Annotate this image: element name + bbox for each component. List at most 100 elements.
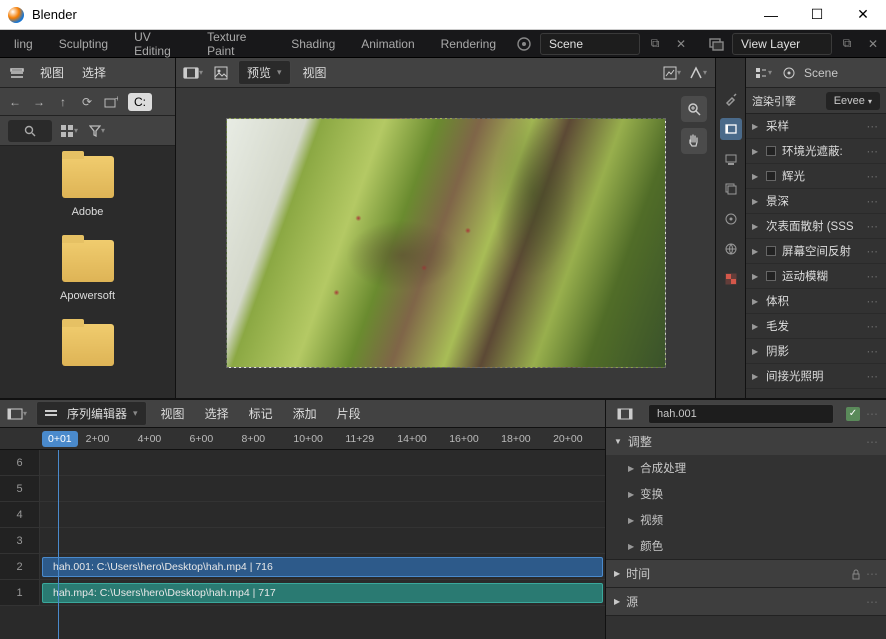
property-checkbox[interactable]: [766, 246, 776, 256]
viewlayer-copy-icon[interactable]: ⧉: [836, 33, 858, 55]
texture-tab-icon[interactable]: [720, 268, 742, 290]
properties-panel: ▾ Scene 渲染引擎 Eevee ▾ ▶采样⋯▶环境光遮蔽:⋯▶辉光⋯▶景深…: [746, 58, 886, 398]
adjust-item[interactable]: ▶颜色: [606, 533, 886, 559]
scene-copy-icon[interactable]: ⧉: [644, 33, 666, 55]
file-browser-menu-view[interactable]: 视图: [34, 61, 70, 84]
preview-menu-view[interactable]: 视图: [297, 61, 333, 84]
viewlayer-name-field[interactable]: View Layer: [732, 33, 832, 55]
filter-icon[interactable]: ▾: [86, 120, 108, 142]
timeline-ruler[interactable]: 0+01 2+00 4+00 6+00 8+00 10+00 11+29 14+…: [0, 428, 605, 450]
viewlayer-icon[interactable]: [704, 32, 728, 56]
workspace-tab[interactable]: ling: [2, 32, 45, 56]
nav-back-icon[interactable]: ←: [4, 91, 26, 113]
nav-newfolder-icon[interactable]: +: [100, 91, 122, 113]
display-mode-icon[interactable]: ▾: [58, 120, 80, 142]
adjust-panel-header[interactable]: ▼调整⋯: [606, 428, 886, 455]
pan-icon[interactable]: [681, 128, 707, 154]
file-search-input[interactable]: [8, 120, 52, 142]
property-item[interactable]: ▶体积⋯: [746, 289, 886, 314]
source-panel-header[interactable]: ▶源⋯: [606, 588, 886, 615]
workspace-tab[interactable]: UV Editing: [122, 25, 193, 63]
folder-item[interactable]: Apowersoft: [8, 240, 167, 302]
scene-delete-icon[interactable]: ✕: [670, 33, 692, 55]
playhead[interactable]: [58, 450, 59, 639]
file-browser-menu-select[interactable]: 选择: [76, 61, 112, 84]
editor-type-icon[interactable]: [6, 62, 28, 84]
nav-up-icon[interactable]: ↑: [52, 91, 74, 113]
workspace-tab[interactable]: Rendering: [429, 32, 508, 56]
image-icon[interactable]: [210, 62, 232, 84]
property-label: 体积: [766, 293, 789, 309]
blender-logo-icon: [8, 7, 24, 23]
zoom-icon[interactable]: [681, 96, 707, 122]
adjust-item[interactable]: ▶视频: [606, 507, 886, 533]
scene-link-icon[interactable]: [778, 62, 800, 84]
image-overlay-icon[interactable]: ▾: [661, 62, 683, 84]
image-channel-icon[interactable]: ▾: [687, 62, 709, 84]
property-item[interactable]: ▶阴影⋯: [746, 339, 886, 364]
adjust-item[interactable]: ▶变换: [606, 481, 886, 507]
property-item[interactable]: ▶屏幕空间反射⋯: [746, 239, 886, 264]
strip-name-field[interactable]: hah.001: [648, 404, 834, 424]
render-engine-dropdown[interactable]: Eevee ▾: [826, 92, 880, 110]
property-item[interactable]: ▶间接光照明⋯: [746, 364, 886, 389]
property-label: 间接光照明: [766, 368, 824, 384]
seq-menu-marker[interactable]: 标记: [243, 402, 279, 425]
workspace-tab[interactable]: Shading: [279, 32, 347, 56]
seq-menu-strip[interactable]: 片段: [331, 402, 367, 425]
property-item[interactable]: ▶景深⋯: [746, 189, 886, 214]
property-item[interactable]: ▶运动模糊⋯: [746, 264, 886, 289]
folder-label: Apowersoft: [60, 290, 115, 302]
editor-type-icon[interactable]: ▾: [6, 403, 28, 425]
sequencer-panel: ▾ 序列编辑器▾ 视图 选择 标记 添加 片段 0+01 2+00 4+00 6…: [0, 400, 606, 639]
track-number: 6: [0, 450, 40, 475]
property-checkbox[interactable]: [766, 146, 776, 156]
sequence-strip[interactable]: hah.mp4: C:\Users\hero\Desktop\hah.mp4 |…: [42, 583, 603, 603]
preview-image[interactable]: [226, 118, 666, 368]
track-number: 5: [0, 476, 40, 501]
maximize-button[interactable]: ☐: [794, 0, 840, 30]
folder-item[interactable]: Adobe: [8, 156, 167, 218]
editor-type-icon[interactable]: ▾: [752, 62, 774, 84]
property-checkbox[interactable]: [766, 171, 776, 181]
time-panel-header[interactable]: ▶时间 ⋯: [606, 560, 886, 587]
property-item[interactable]: ▶次表面散射 (SSS⋯: [746, 214, 886, 239]
preview-mode-dropdown[interactable]: 预览▾: [238, 60, 291, 85]
close-button[interactable]: ✕: [840, 0, 886, 30]
viewlayer-tab-icon[interactable]: [720, 178, 742, 200]
workspace-tab[interactable]: Animation: [349, 32, 426, 56]
world-tab-icon[interactable]: [720, 238, 742, 260]
adjust-item[interactable]: ▶合成处理: [606, 455, 886, 481]
scene-icon[interactable]: [512, 32, 536, 56]
output-tab-icon[interactable]: [720, 148, 742, 170]
property-item[interactable]: ▶环境光遮蔽:⋯: [746, 139, 886, 164]
sequence-strip[interactable]: hah.001: C:\Users\hero\Desktop\hah.mp4 |…: [42, 557, 603, 577]
seq-menu-add[interactable]: 添加: [287, 402, 323, 425]
lock-icon[interactable]: [850, 568, 862, 580]
nav-refresh-icon[interactable]: ⟳: [76, 91, 98, 113]
strip-type-icon: [614, 403, 636, 425]
nav-forward-icon[interactable]: →: [28, 91, 50, 113]
panel-options-icon[interactable]: ⋯: [866, 407, 878, 421]
sequencer-mode-dropdown[interactable]: 序列编辑器▾: [36, 401, 147, 426]
property-checkbox[interactable]: [766, 271, 776, 281]
scene-tab-icon[interactable]: [720, 208, 742, 230]
current-frame-indicator: 0+01: [42, 431, 78, 447]
workspace-tab[interactable]: Sculpting: [47, 32, 120, 56]
workspace-tab[interactable]: Texture Paint: [195, 25, 277, 63]
property-item[interactable]: ▶采样⋯: [746, 114, 886, 139]
scene-name-field[interactable]: Scene: [540, 33, 640, 55]
viewlayer-delete-icon[interactable]: ✕: [862, 33, 884, 55]
minimize-button[interactable]: —: [748, 0, 794, 30]
render-tab-icon[interactable]: [720, 118, 742, 140]
editor-type-icon[interactable]: ▾: [182, 62, 204, 84]
seq-menu-select[interactable]: 选择: [199, 402, 235, 425]
property-item[interactable]: ▶辉光⋯: [746, 164, 886, 189]
folder-item[interactable]: [8, 324, 167, 366]
path-field[interactable]: C:: [128, 93, 152, 111]
property-item[interactable]: ▶毛发⋯: [746, 314, 886, 339]
track-number: 1: [0, 580, 40, 605]
strip-mute-checkbox[interactable]: ✓: [846, 407, 860, 421]
tool-tab-icon[interactable]: [720, 88, 742, 110]
seq-menu-view[interactable]: 视图: [155, 402, 191, 425]
